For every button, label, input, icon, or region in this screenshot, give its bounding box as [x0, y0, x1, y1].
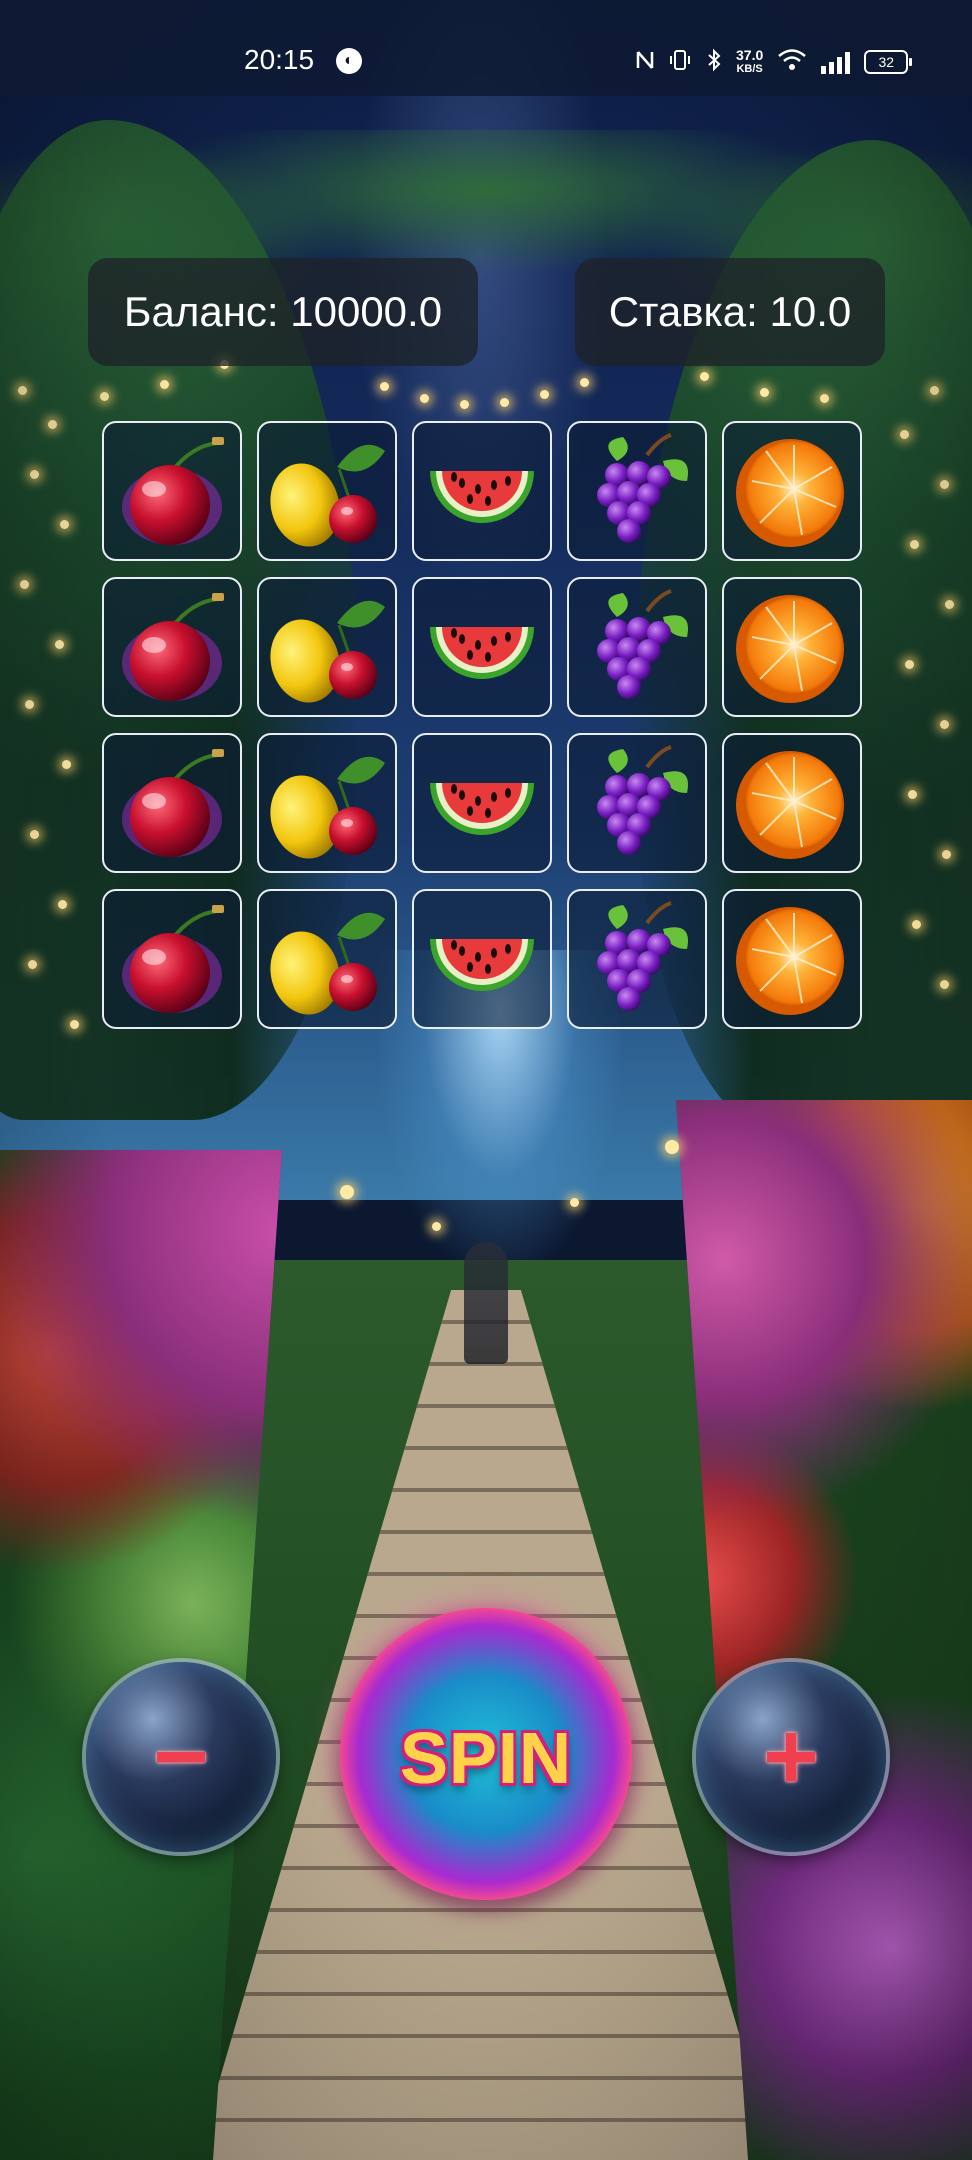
- reel-cell-watermelon: [412, 733, 552, 873]
- reel-cell-lemon: [257, 421, 397, 561]
- orange-icon: [732, 431, 852, 551]
- status-icons: 37.0 KB/S 32: [636, 42, 913, 82]
- cherry-icon: [112, 899, 232, 1019]
- grapes-icon: [577, 431, 697, 551]
- reel-cell-grapes: [567, 733, 707, 873]
- spin-label: SPIN: [399, 1719, 573, 1799]
- reel-cell-cherry: [102, 733, 242, 873]
- orange-icon: [732, 899, 852, 1019]
- reel-cell-lemon: [257, 889, 397, 1029]
- minus-icon: −: [152, 1703, 210, 1810]
- reel-cell-watermelon: [412, 889, 552, 1029]
- reel-cell-watermelon: [412, 421, 552, 561]
- nfc-icon: [636, 48, 654, 77]
- signal-icon: [821, 50, 851, 74]
- spin-button[interactable]: SPIN: [340, 1608, 632, 1900]
- decrease-bet-button[interactable]: −: [86, 1662, 276, 1852]
- net-speed: 37.0 KB/S: [736, 47, 764, 75]
- grapes-icon: [577, 743, 697, 863]
- bet-display: Ставка: 10.0: [575, 258, 885, 366]
- balance-display: Баланс: 10000.0: [88, 258, 478, 366]
- reel-cell-watermelon: [412, 577, 552, 717]
- grapes-icon: [577, 587, 697, 707]
- watermelon-icon: [422, 743, 542, 863]
- lemon-cherry-icon: [267, 431, 387, 551]
- orange-icon: [732, 743, 852, 863]
- status-bar: 20:15 ◐ 37.0 KB/S 32: [0, 0, 972, 96]
- status-time: 20:15: [244, 44, 315, 75]
- reel-grid: [102, 421, 870, 1033]
- reel-cell-lemon: [257, 577, 397, 717]
- reel-cell-lemon: [257, 733, 397, 873]
- watermelon-icon: [422, 899, 542, 1019]
- lemon-cherry-icon: [267, 587, 387, 707]
- cherry-icon: [112, 431, 232, 551]
- increase-bet-button[interactable]: +: [696, 1662, 886, 1852]
- orange-icon: [732, 587, 852, 707]
- battery-icon: 32: [864, 50, 913, 74]
- reel-cell-orange: [722, 733, 862, 873]
- grapes-icon: [577, 899, 697, 1019]
- reel-cell-cherry: [102, 421, 242, 561]
- reel-cell-orange: [722, 577, 862, 717]
- plus-icon: +: [762, 1703, 820, 1810]
- watermelon-icon: [422, 431, 542, 551]
- reel-cell-orange: [722, 421, 862, 561]
- reel-cell-cherry: [102, 889, 242, 1029]
- vibrate-icon: [668, 48, 692, 77]
- cherry-icon: [112, 587, 232, 707]
- lemon-cherry-icon: [267, 899, 387, 1019]
- reel-cell-cherry: [102, 577, 242, 717]
- reel-cell-grapes: [567, 421, 707, 561]
- cherry-icon: [112, 743, 232, 863]
- notification-app-icon: ◐: [336, 48, 362, 74]
- watermelon-icon: [422, 587, 542, 707]
- reel-cell-orange: [722, 889, 862, 1029]
- bluetooth-icon: [706, 48, 722, 77]
- wifi-icon: [777, 48, 807, 77]
- lemon-cherry-icon: [267, 743, 387, 863]
- reel-cell-grapes: [567, 577, 707, 717]
- reel-cell-grapes: [567, 889, 707, 1029]
